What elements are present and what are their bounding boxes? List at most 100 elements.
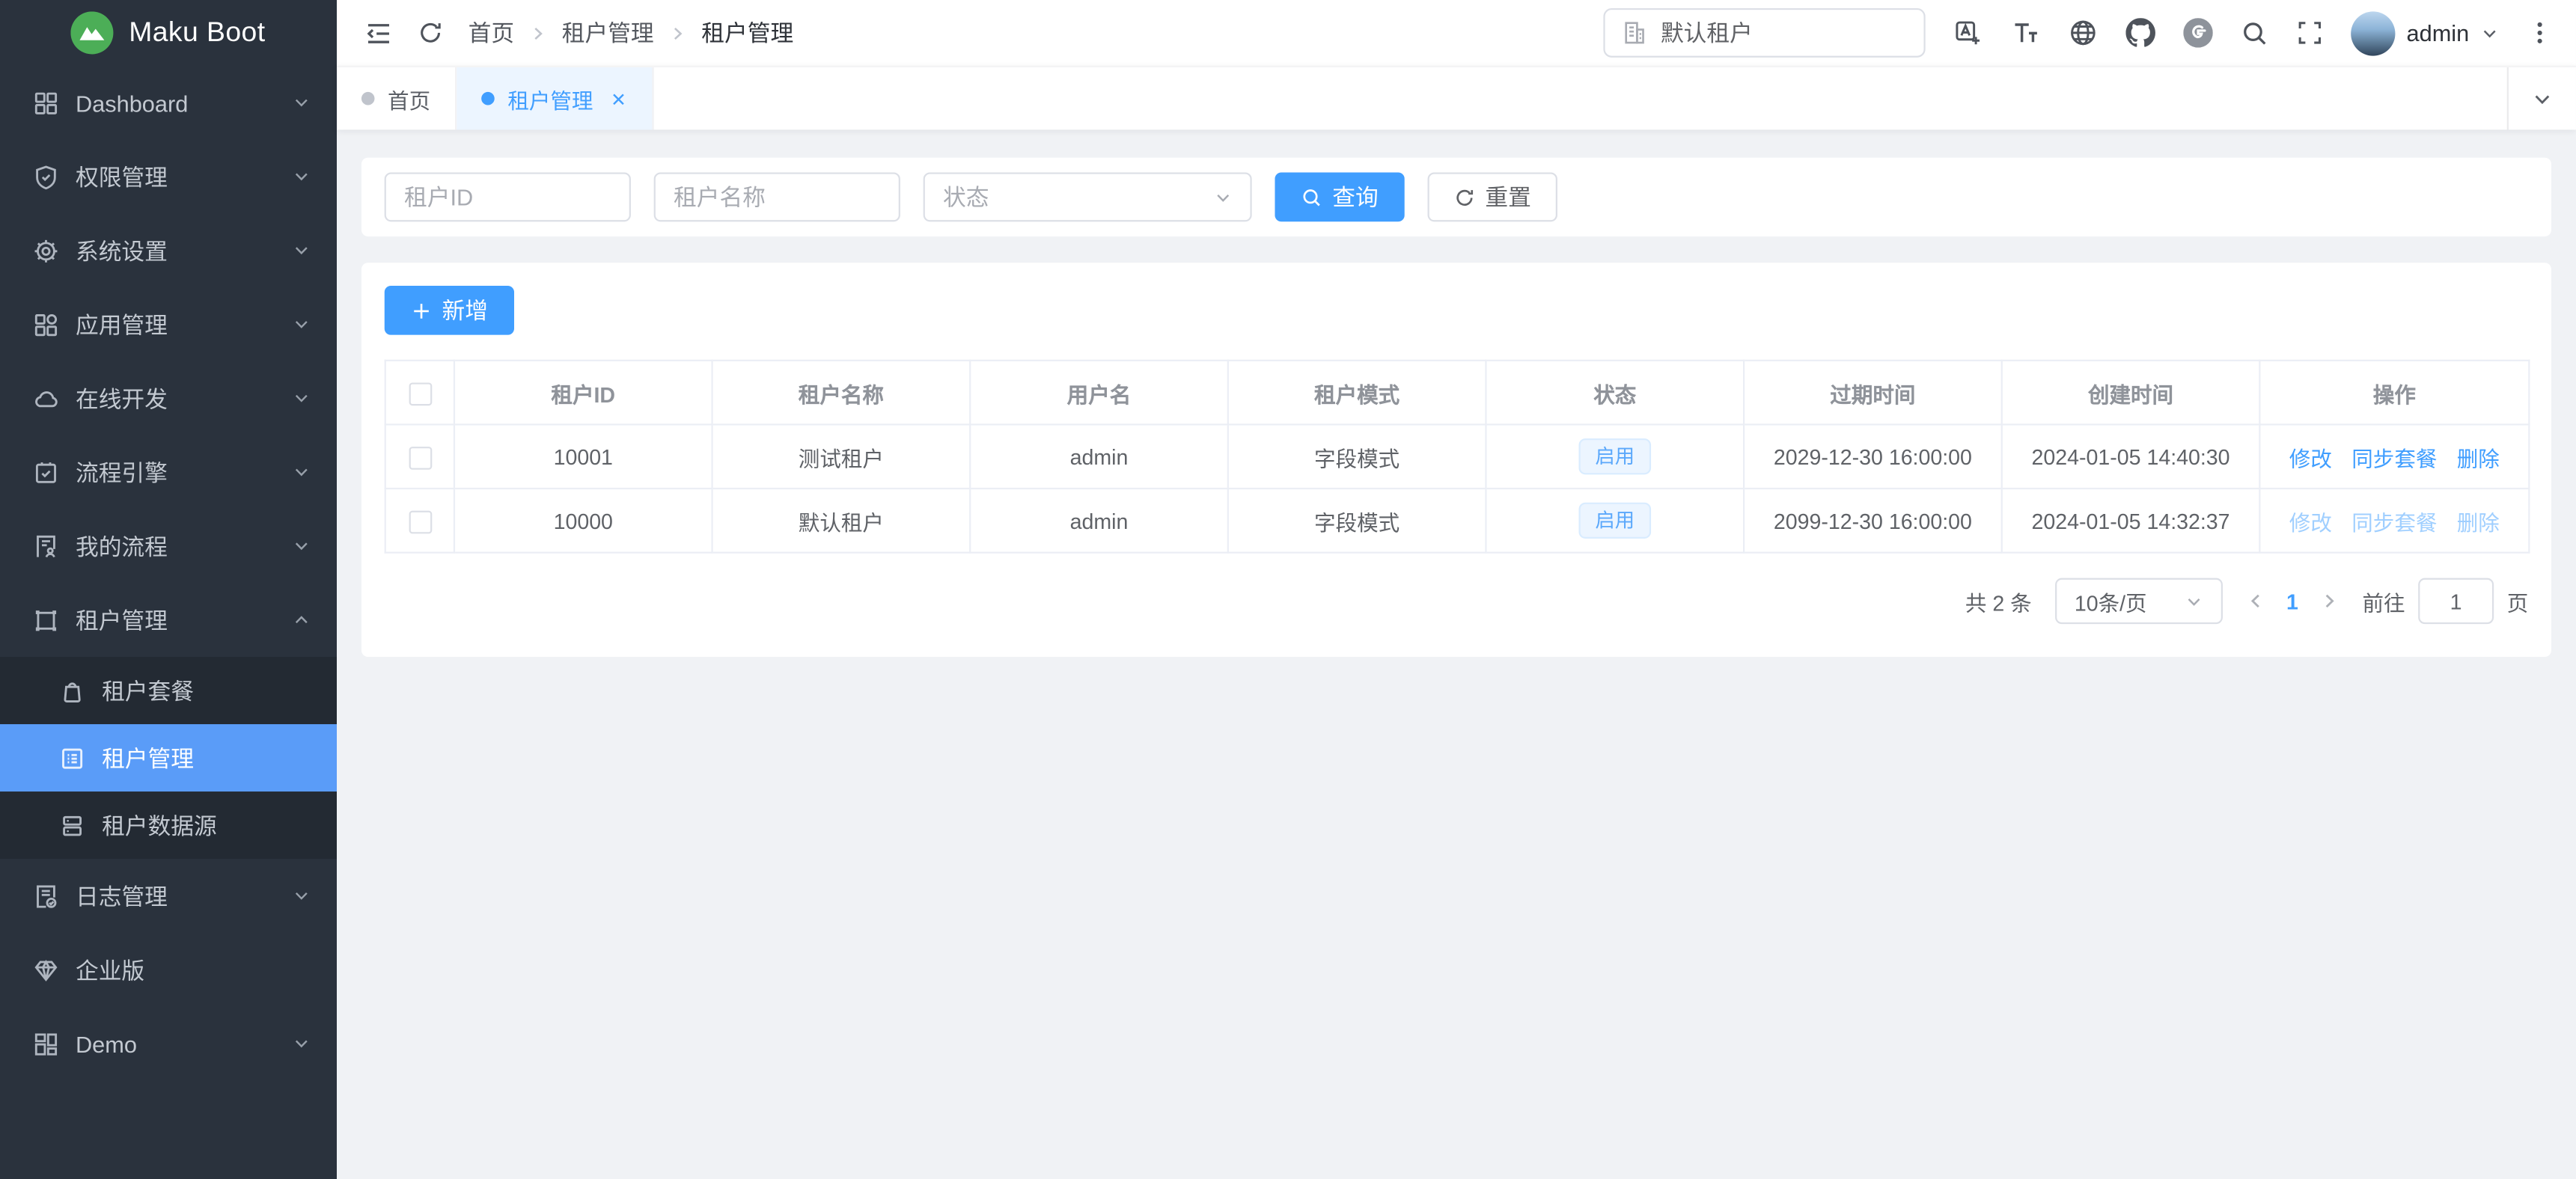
sidebar-item-label: 租户管理 (76, 604, 293, 637)
translate-icon (1953, 18, 1983, 48)
page-size-select[interactable]: 10条/页 (2054, 578, 2222, 624)
sidebar-item-label: 流程引擎 (76, 456, 293, 489)
language-globe-button[interactable] (2068, 18, 2098, 48)
edit-link[interactable]: 修改 (2289, 446, 2332, 471)
user-menu[interactable]: admin (2351, 10, 2499, 55)
status-select[interactable]: 状态 (924, 172, 1252, 221)
font-size-button[interactable] (2010, 18, 2040, 48)
sidebar-item-tenant-package[interactable]: 租户套餐 (0, 657, 337, 724)
tenant-submenu: 租户套餐 租户管理 租户数据源 (0, 657, 337, 859)
cell-expire-time: 2029-12-30 16:00:00 (1744, 424, 2002, 489)
cloud-icon (33, 385, 59, 411)
header-select-all (385, 361, 454, 425)
refresh-icon (418, 19, 444, 46)
pagination-total: 共 2 条 (1965, 586, 2032, 617)
sidebar-item-tenant-manage[interactable]: 租户管理 (0, 724, 337, 791)
sidebar-item-app-management[interactable]: 应用管理 (0, 287, 337, 361)
chevron-down-icon (293, 886, 311, 904)
chevron-down-icon (293, 168, 311, 186)
sidebar-item-enterprise[interactable]: 企业版 (0, 933, 337, 1007)
gear-icon (33, 237, 59, 263)
tab-dot (481, 92, 495, 105)
chevron-up-icon (293, 611, 311, 629)
column-header: 租户ID (454, 361, 712, 425)
collapse-sidebar-button[interactable] (364, 19, 392, 46)
sidebar-item-system-settings[interactable]: 系统设置 (0, 213, 337, 287)
sidebar-item-online-dev[interactable]: 在线开发 (0, 361, 337, 435)
sidebar-item-workflow-engine[interactable]: 流程引擎 (0, 435, 337, 509)
sidebar-item-my-workflow[interactable]: 我的流程 (0, 509, 337, 583)
fullscreen-button[interactable] (2296, 19, 2322, 46)
tab-home[interactable]: 首页 (337, 67, 457, 129)
app-root: Maku Boot Dashboard 权限管理 系统设置 应用管理 (0, 0, 2576, 1179)
row-checkbox[interactable] (408, 447, 431, 470)
search-button[interactable] (2241, 19, 2268, 46)
document-user-icon (33, 533, 59, 559)
database-icon (59, 812, 85, 838)
next-page-icon[interactable] (2319, 591, 2339, 610)
search-button[interactable]: 查询 (1275, 172, 1404, 221)
pager: 1 (2245, 589, 2340, 613)
chevron-down-icon (2532, 88, 2554, 109)
tab-tenant-management[interactable]: 租户管理 (457, 67, 653, 129)
breadcrumb-home[interactable]: 首页 (468, 16, 514, 49)
goto-page: 前往 页 (2362, 578, 2528, 624)
reset-button[interactable]: 重置 (1428, 172, 1557, 221)
sidebar-item-tenant-datasource[interactable]: 租户数据源 (0, 791, 337, 859)
gitee-button[interactable] (2183, 18, 2213, 48)
chevron-down-icon (293, 537, 311, 555)
search-button-label: 查询 (1332, 180, 1378, 213)
delete-link[interactable]: 删除 (2457, 510, 2500, 535)
status-badge: 启用 (1578, 438, 1651, 474)
tenant-name-input[interactable] (654, 172, 900, 221)
cell-actions: 修改同步套餐删除 (2259, 489, 2529, 553)
chevron-down-icon (2481, 24, 2499, 42)
tab-list-dropdown-button[interactable] (2507, 67, 2576, 129)
sync-package-link[interactable]: 同步套餐 (2351, 446, 2437, 471)
chevron-down-icon (293, 94, 311, 111)
list-icon (59, 744, 85, 771)
translate-button[interactable] (1953, 18, 1983, 48)
row-checkbox[interactable] (408, 510, 431, 533)
edit-link[interactable]: 修改 (2289, 510, 2332, 535)
shield-check-icon (33, 163, 59, 189)
sidebar-item-label: Demo (76, 1030, 293, 1056)
frame-icon (33, 607, 59, 633)
delete-link[interactable]: 删除 (2457, 446, 2500, 471)
tenant-select[interactable]: 默认租户 (1603, 8, 1925, 58)
sidebar-item-dashboard[interactable]: Dashboard (0, 66, 337, 140)
topbar: 首页 租户管理 租户管理 默认租户 (337, 0, 2576, 66)
reset-button-label: 重置 (1485, 180, 1530, 213)
refresh-page-button[interactable] (418, 19, 444, 46)
status-select-placeholder: 状态 (943, 180, 989, 213)
github-button[interactable] (2125, 18, 2155, 48)
column-header: 过期时间 (1744, 361, 2002, 425)
sidebar-item-label: 租户套餐 (102, 674, 311, 707)
sync-package-link[interactable]: 同步套餐 (2351, 510, 2437, 535)
page-number[interactable]: 1 (2286, 589, 2298, 613)
chevron-down-icon (293, 463, 311, 481)
tenant-id-input[interactable] (385, 172, 631, 221)
sidebar-item-log-management[interactable]: 日志管理 (0, 859, 337, 933)
sidebar-item-tenant-management[interactable]: 租户管理 (0, 583, 337, 657)
sidebar-item-demo[interactable]: Demo (0, 1007, 337, 1081)
prev-page-icon[interactable] (2245, 591, 2265, 610)
breadcrumb-tenant-group[interactable]: 租户管理 (562, 16, 654, 49)
globe-icon (2068, 18, 2098, 48)
fullscreen-icon (2296, 19, 2322, 46)
column-header: 用户名 (970, 361, 1228, 425)
goto-page-input[interactable] (2418, 578, 2494, 624)
chevron-right-icon (668, 24, 686, 42)
select-all-checkbox[interactable] (408, 382, 431, 405)
layout-settings-button[interactable] (2527, 19, 2553, 46)
close-icon[interactable] (609, 90, 627, 108)
column-header: 创建时间 (2002, 361, 2260, 425)
add-button[interactable]: 新增 (385, 286, 514, 335)
tenant-table: 租户ID 租户名称 用户名 租户模式 状态 过期时间 创建时间 操作 (385, 360, 2530, 554)
sidebar-item-permissions[interactable]: 权限管理 (0, 140, 337, 214)
chevron-down-icon (2185, 592, 2203, 610)
cell-tenant-mode: 字段模式 (1228, 424, 1486, 489)
column-header: 租户名称 (712, 361, 971, 425)
cell-tenant-name: 测试租户 (712, 424, 971, 489)
sidebar-item-label: 系统设置 (76, 234, 293, 267)
